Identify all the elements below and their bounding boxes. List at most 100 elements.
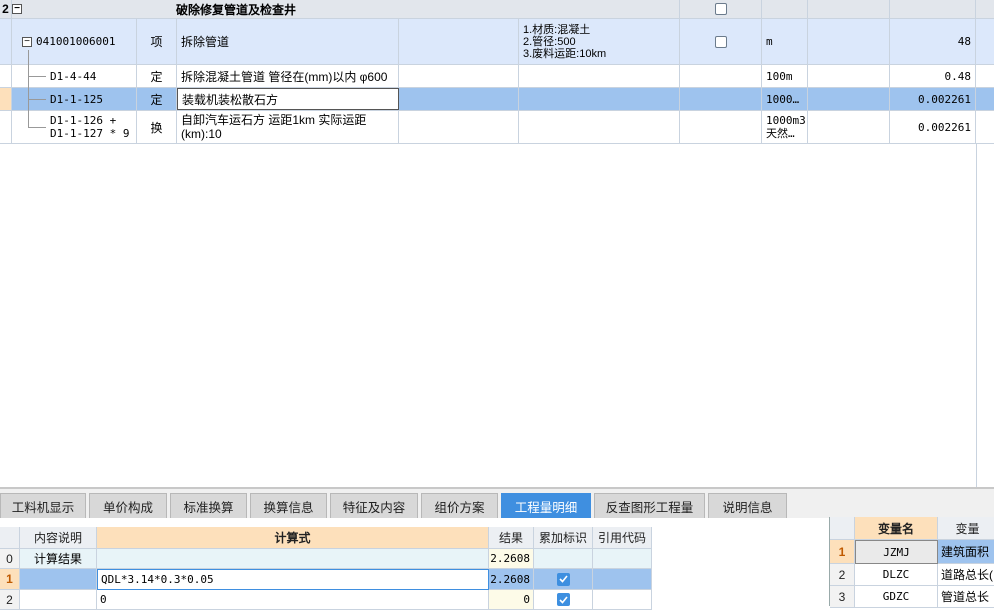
quota-unit-line: 1000m3: [766, 114, 806, 127]
item-quantity: 48: [890, 19, 976, 64]
quota-row[interactable]: D1-1-126 + D1-1-127 * 9 换 自卸汽车运石方 运距1km …: [0, 111, 994, 144]
row-indicator: [0, 65, 12, 87]
item-checkbox[interactable]: [714, 35, 727, 48]
quota-code-line: D1-1-126 +: [50, 114, 117, 127]
tab-quantity-detail[interactable]: 工程量明细: [501, 493, 591, 518]
item-type: 项: [137, 19, 177, 64]
variable-name[interactable]: GDZC: [855, 586, 938, 608]
row-number: 2: [830, 564, 855, 586]
quota-unit: 1000m3 天然…: [762, 111, 808, 143]
section-checkbox[interactable]: [714, 3, 727, 15]
row-result: 2.2608: [489, 569, 534, 590]
row-result: 2.2608: [489, 549, 534, 569]
row-number: 2: [0, 590, 20, 610]
section-title: 破除修复管道及检查井: [176, 2, 297, 17]
tab-unit-price[interactable]: 单价构成: [89, 493, 167, 518]
row-ref-code[interactable]: [593, 569, 652, 590]
item-empty-cell-2: [808, 19, 890, 64]
col-header-variable-desc: 变量: [938, 517, 994, 540]
quota-end-cell: [976, 65, 994, 87]
variable-desc[interactable]: 道路总长(: [938, 564, 994, 586]
row-formula[interactable]: [97, 549, 489, 569]
accumulate-checkbox[interactable]: [556, 593, 570, 606]
variable-grid: 变量名 变量 1 JZMJ 建筑面积 2 DLZC 道路总长( 3 GDZC 管…: [829, 517, 994, 608]
quota-row[interactable]: D1-4-44 定 拆除混凝土管道 管径在(mm)以内 φ600 100m 0.…: [0, 65, 994, 88]
row-accumulate: [534, 549, 593, 569]
bill-item-row[interactable]: − 041001006001 项 拆除管道 1.材质:混凝土 2.管径:500 …: [0, 19, 994, 65]
feature-line: 2.管径:500: [523, 35, 576, 48]
quota-name-line: 自卸汽车运石方 运距1km 实际运距: [181, 113, 367, 127]
col-header-result: 结果: [489, 527, 534, 549]
quota-name-line: (km):10: [181, 127, 222, 141]
variable-desc[interactable]: 管道总长: [938, 586, 994, 608]
quota-type: 换: [137, 111, 177, 143]
collapse-toggle-icon[interactable]: −: [22, 36, 32, 47]
row-description[interactable]: [20, 569, 97, 590]
tree-line: [28, 99, 46, 100]
row-accumulate: [534, 569, 593, 590]
row-number: 2: [0, 0, 12, 18]
detail-tab-bar: 工料机显示 单价构成 标准换算 换算信息 特征及内容 组价方案 工程量明细 反查…: [0, 487, 994, 518]
item-unit: m: [762, 19, 808, 64]
feature-line: 1.材质:混凝土: [523, 23, 591, 36]
section-quantity-cell: [890, 0, 976, 18]
quota-features-cell: [519, 111, 680, 143]
section-header-row[interactable]: 2 − 破除修复管道及检查井: [0, 0, 994, 19]
row-indicator: [0, 19, 12, 64]
tab-standard-conversion[interactable]: 标准换算: [170, 493, 247, 518]
tree-line: [28, 76, 46, 77]
quota-quantity: 0.48: [890, 65, 976, 87]
col-header-ref-code: 引用代码: [593, 527, 652, 549]
tree-line: [28, 127, 46, 128]
quota-empty-cell-2: [808, 88, 890, 110]
row-ref-code: [593, 549, 652, 569]
variable-name[interactable]: JZMJ: [855, 540, 938, 564]
item-end-cell: [976, 19, 994, 64]
row-ref-code[interactable]: [593, 590, 652, 610]
collapse-toggle-icon[interactable]: −: [12, 4, 22, 14]
row-accumulate: [534, 590, 593, 610]
quota-features-cell: [519, 65, 680, 87]
quota-check-cell: [680, 65, 762, 87]
tab-features-content[interactable]: 特征及内容: [330, 493, 418, 518]
quota-row-selected[interactable]: D1-1-125 定 装载机装松散石方 1000… 0.002261: [0, 88, 994, 111]
row-result: 0: [489, 590, 534, 610]
quota-end-cell: [976, 111, 994, 143]
quota-unit: 1000…: [762, 88, 808, 110]
item-name: 拆除管道: [177, 19, 399, 64]
feature-line: 3.废料运距:10km: [523, 47, 607, 60]
quota-type: 定: [137, 88, 177, 110]
quota-name: 自卸汽车运石方 运距1km 实际运距 (km):10: [177, 111, 399, 143]
col-header-accumulate: 累加标识: [534, 527, 593, 549]
tab-material-machine[interactable]: 工料机显示: [0, 493, 86, 518]
tab-conversion-info[interactable]: 换算信息: [250, 493, 327, 518]
tab-description[interactable]: 说明信息: [708, 493, 787, 518]
formula-editor[interactable]: QDL*3.14*0.3*0.05: [97, 569, 489, 590]
row-description: 计算结果: [20, 549, 97, 569]
quota-quantity: 0.002261: [890, 88, 976, 110]
col-header-formula: 计算式: [97, 527, 489, 549]
accumulate-checkbox[interactable]: [556, 572, 570, 586]
item-features: 1.材质:混凝土 2.管径:500 3.废料运距:10km: [519, 19, 680, 64]
item-code-cell: − 041001006001: [12, 19, 137, 64]
column-divider: [976, 144, 977, 487]
tab-reverse-graphic[interactable]: 反查图形工程量: [594, 493, 705, 518]
col-header-variable-name: 变量名: [855, 517, 938, 540]
rownum-header: [830, 517, 855, 540]
quota-name-editor[interactable]: 装载机装松散石方: [177, 88, 399, 110]
rownum-header: [0, 527, 20, 549]
row-description[interactable]: [20, 590, 97, 610]
quota-unit-line: 天然…: [766, 127, 795, 140]
row-number: 1: [0, 569, 20, 590]
tree-line: [28, 50, 29, 128]
row-number: 1: [830, 540, 855, 564]
section-title-cell: − 破除修复管道及检查井: [12, 0, 680, 18]
quantity-detail-grid: 内容说明 计算式 结果 累加标识 引用代码 0 计算结果 2.2608 1 QD…: [0, 527, 652, 610]
variable-name[interactable]: DLZC: [855, 564, 938, 586]
quota-quantity: 0.002261: [890, 111, 976, 143]
row-formula[interactable]: 0: [97, 590, 489, 610]
variable-desc[interactable]: 建筑面积: [938, 540, 994, 564]
section-checkbox-cell: [680, 0, 762, 18]
tab-pricing-plan[interactable]: 组价方案: [421, 493, 498, 518]
quota-empty-cell: [399, 65, 519, 87]
